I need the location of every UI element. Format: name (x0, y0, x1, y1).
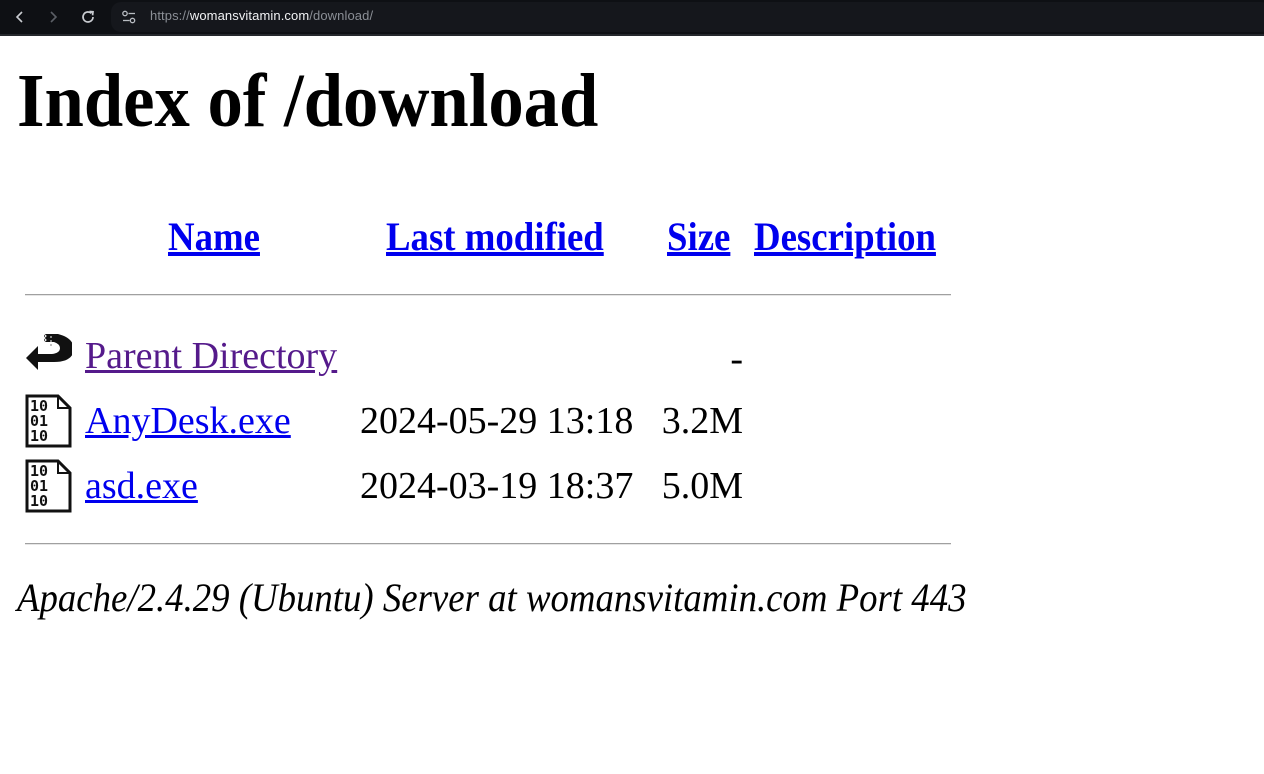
server-signature: Apache/2.4.29 (Ubuntu) Server at womansv… (17, 575, 967, 620)
address-bar[interactable]: https://womansvitamin.com/download/ (111, 2, 1264, 32)
browser-toolbar: https://womansvitamin.com/download/ (0, 0, 1264, 36)
sort-by-size-link[interactable]: Size (667, 214, 730, 260)
file-size: 5.0M (661, 465, 743, 507)
last-modified: 2024-05-29 13:18 (360, 400, 634, 442)
reload-button[interactable] (75, 5, 101, 29)
footer-divider (25, 543, 951, 545)
chevron-left-icon (15, 11, 23, 23)
header-divider (25, 294, 951, 296)
parent-directory-link[interactable]: Parent Directory (85, 333, 337, 379)
back-arrow-icon (26, 333, 72, 370)
url-text[interactable]: https://womansvitamin.com/download/ (150, 8, 373, 23)
file-link-anydesk[interactable]: AnyDesk.exe (85, 398, 291, 444)
tune-icon[interactable] (121, 9, 137, 25)
sort-by-name-link[interactable]: Name (168, 214, 260, 260)
svg-text:10: 10 (30, 492, 48, 510)
url-scheme: https:// (150, 8, 190, 23)
forward-button[interactable] (40, 5, 66, 29)
file-link-asd[interactable]: asd.exe (85, 463, 198, 509)
sort-by-last-modified-link[interactable]: Last modified (386, 214, 604, 260)
reload-icon (82, 10, 94, 23)
svg-text:10: 10 (30, 427, 48, 445)
last-modified: 2024-03-19 18:37 (360, 465, 634, 507)
url-host: womansvitamin.com (189, 8, 310, 23)
table-row: 10 01 10 asd.exe 2024-03-19 18:37 5.0M (0, 459, 1000, 519)
chevron-right-icon (50, 11, 58, 23)
url-path: /download/ (309, 8, 374, 23)
file-size: 3.2M (661, 400, 743, 442)
binary-file-icon: 10 01 10 (25, 459, 72, 513)
sort-by-description-link[interactable]: Description (754, 214, 936, 260)
back-button[interactable] (7, 5, 33, 29)
table-row: Parent Directory - (0, 328, 1000, 388)
page-title: Index of /download (17, 59, 599, 143)
table-row: 10 01 10 AnyDesk.exe 2024-05-29 13:18 3.… (0, 394, 1000, 454)
file-size: - (730, 338, 743, 380)
binary-file-icon: 10 01 10 (25, 394, 72, 448)
